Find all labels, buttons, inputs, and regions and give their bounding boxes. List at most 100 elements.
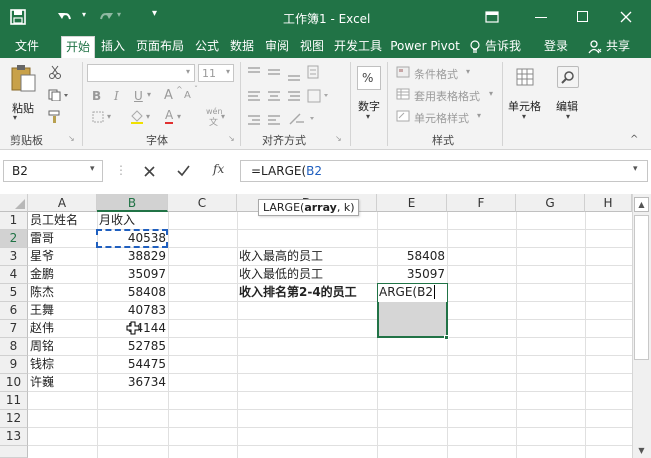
undo-dropdown-icon[interactable]: ▾ — [82, 10, 86, 19]
cell-styles-dropdown-icon[interactable]: ▾ — [477, 111, 481, 120]
bold-button[interactable]: B — [92, 89, 101, 103]
customize-qat-icon[interactable]: ▾ — [152, 8, 157, 19]
cell-styles-icon[interactable] — [396, 110, 410, 122]
row-header[interactable]: 13 — [0, 428, 28, 446]
alignment-launcher-icon[interactable]: ↘ — [335, 134, 342, 143]
cell-a7[interactable]: 赵伟 — [28, 320, 97, 338]
scroll-up-button[interactable]: ▲ — [634, 197, 649, 212]
tab-developer[interactable]: 开发工具 — [331, 36, 385, 58]
cell-b8[interactable]: 52785 — [97, 338, 168, 356]
cells-dropdown-icon[interactable]: ▾ — [522, 112, 526, 121]
cell-b4[interactable]: 35097 — [97, 266, 168, 284]
cell-b6[interactable]: 40783 — [97, 302, 168, 320]
cell-a9[interactable]: 钱棕 — [28, 356, 97, 374]
tab-power-pivot[interactable]: Power Pivot — [389, 36, 461, 58]
borders-dropdown-icon[interactable]: ▾ — [107, 112, 111, 121]
row-header[interactable]: 4 — [0, 266, 28, 284]
cell-e4[interactable]: 35097 — [377, 266, 447, 284]
conditional-format-button[interactable]: 条件格式 — [414, 66, 458, 82]
row-header[interactable]: 10 — [0, 374, 28, 392]
select-all-corner[interactable] — [0, 194, 28, 212]
alignment-controls[interactable] — [246, 64, 342, 130]
close-button[interactable] — [620, 11, 632, 23]
cancel-entry-icon[interactable] — [144, 166, 155, 177]
borders-icon[interactable] — [92, 111, 104, 123]
row-header[interactable]: 3 — [0, 248, 28, 266]
format-as-table-icon[interactable] — [396, 88, 410, 100]
row-header[interactable]: 1 — [0, 212, 28, 230]
maximize-button[interactable] — [577, 11, 588, 22]
clipboard-launcher-icon[interactable]: ↘ — [68, 134, 75, 143]
function-tooltip[interactable]: LARGE(array, k) — [258, 199, 359, 216]
paste-icon[interactable] — [10, 63, 38, 93]
italic-button[interactable]: I — [114, 89, 119, 103]
cut-icon[interactable] — [48, 65, 62, 79]
sign-in-link[interactable]: 登录 — [540, 36, 572, 58]
column-header[interactable]: B — [97, 194, 168, 212]
column-header[interactable]: A — [28, 194, 97, 212]
cell-b3[interactable]: 38829 — [97, 248, 168, 266]
row-header[interactable]: 8 — [0, 338, 28, 356]
collapse-ribbon-icon[interactable]: ^ — [630, 134, 638, 145]
ribbon-display-options-icon[interactable] — [485, 11, 499, 23]
column-header[interactable]: C — [168, 194, 237, 212]
cell-styles-button[interactable]: 单元格样式 — [414, 110, 469, 126]
row-header[interactable]: 11 — [0, 392, 28, 410]
share-person-icon[interactable] — [588, 40, 602, 54]
scrollbar-thumb[interactable] — [634, 215, 649, 360]
tell-me-search[interactable]: 告诉我 — [482, 36, 524, 58]
cell-a4[interactable]: 金鹏 — [28, 266, 97, 284]
cell-a1[interactable]: 员工姓名 — [28, 212, 97, 230]
fill-color-dropdown-icon[interactable]: ▾ — [146, 112, 150, 121]
row-header[interactable]: 2 — [0, 230, 28, 248]
row-header[interactable]: 5 — [0, 284, 28, 302]
column-header[interactable]: F — [447, 194, 516, 212]
font-name-dropdown-icon[interactable]: ▾ — [186, 67, 190, 76]
cells-icon[interactable] — [516, 68, 534, 86]
number-dropdown-icon[interactable]: ▾ — [366, 112, 370, 121]
font-launcher-icon[interactable]: ↘ — [228, 134, 235, 143]
cell-d3[interactable]: 收入最高的员工 — [237, 248, 377, 266]
column-header[interactable]: H — [585, 194, 632, 212]
cell-a6[interactable]: 王舞 — [28, 302, 97, 320]
tab-insert[interactable]: 插入 — [97, 36, 129, 58]
cell-d4[interactable]: 收入最低的员工 — [237, 266, 377, 284]
row-header[interactable]: 7 — [0, 320, 28, 338]
row-header[interactable] — [0, 446, 28, 458]
fill-color-icon[interactable] — [130, 110, 144, 124]
tab-data[interactable]: 数据 — [226, 36, 258, 58]
format-as-table-button[interactable]: 套用表格格式 — [414, 88, 480, 104]
format-as-table-dropdown-icon[interactable]: ▾ — [489, 89, 493, 98]
cell-d5[interactable]: 收入排名第2-4的员工 — [237, 284, 377, 302]
conditional-format-dropdown-icon[interactable]: ▾ — [466, 67, 470, 76]
cell-a10[interactable]: 许巍 — [28, 374, 97, 392]
cell-b10[interactable]: 36734 — [97, 374, 168, 392]
cell-a5[interactable]: 陈杰 — [28, 284, 97, 302]
confirm-entry-icon[interactable] — [177, 165, 190, 177]
format-painter-icon[interactable] — [48, 110, 62, 124]
copy-icon[interactable] — [48, 89, 70, 101]
worksheet-grid[interactable]: A B C D E F G H 1 2 3 4 5 6 7 8 9 10 11 … — [0, 194, 651, 458]
row-header[interactable]: 9 — [0, 356, 28, 374]
minimize-button[interactable] — [535, 17, 547, 18]
font-name-box[interactable] — [87, 64, 195, 82]
scroll-down-button[interactable]: ▼ — [634, 444, 649, 457]
undo-icon[interactable] — [57, 9, 73, 25]
cell-e3[interactable]: 58408 — [377, 248, 447, 266]
tab-formulas[interactable]: 公式 — [191, 36, 223, 58]
expand-formula-bar-icon[interactable]: ▾ — [633, 164, 638, 174]
fill-handle[interactable] — [444, 335, 449, 340]
cell-e5-editing[interactable]: ARGE(B2 — [378, 284, 447, 302]
tab-home[interactable]: 开始 — [61, 36, 95, 58]
cell-a8[interactable]: 周铭 — [28, 338, 97, 356]
share-button[interactable]: 共享 — [603, 36, 633, 58]
insert-function-button[interactable]: fx — [213, 162, 224, 176]
row-header[interactable]: 6 — [0, 302, 28, 320]
save-icon[interactable] — [10, 9, 26, 25]
cell-a3[interactable]: 星爷 — [28, 248, 97, 266]
editing-dropdown-icon[interactable]: ▾ — [566, 112, 570, 121]
column-header[interactable]: E — [377, 194, 447, 212]
tab-page-layout[interactable]: 页面布局 — [132, 36, 188, 58]
cell-a2[interactable]: 雷哥 — [28, 230, 97, 248]
tab-file[interactable]: 文件 — [10, 36, 44, 58]
